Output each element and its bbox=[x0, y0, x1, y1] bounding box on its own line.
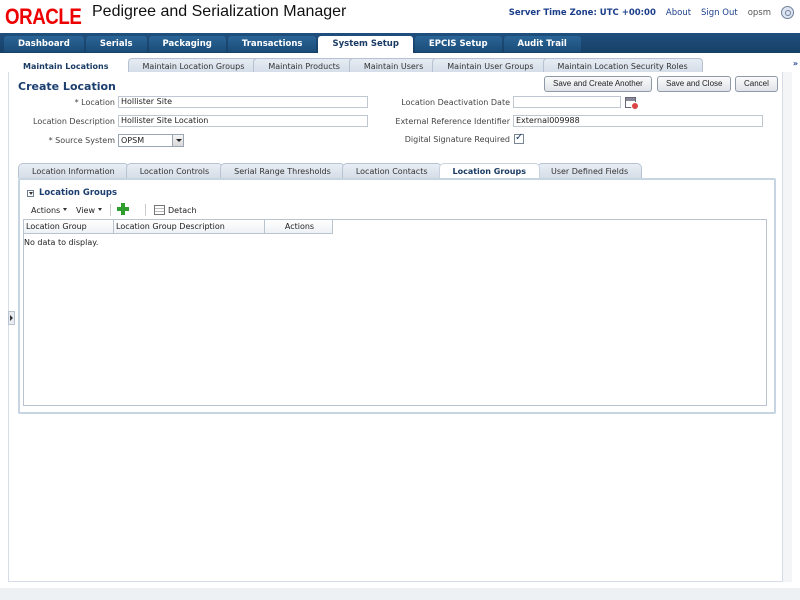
splitter-expand-icon[interactable] bbox=[8, 311, 15, 325]
save-and-close-button[interactable]: Save and Close bbox=[657, 76, 732, 92]
column-header-actions[interactable]: Actions bbox=[265, 220, 333, 234]
tab-system-setup[interactable]: System Setup bbox=[318, 36, 413, 53]
external-reference-input[interactable]: External009988 bbox=[513, 115, 763, 127]
add-icon[interactable] bbox=[117, 203, 129, 215]
oracle-logo: ORACLE bbox=[5, 4, 82, 29]
view-menu[interactable]: View bbox=[76, 206, 102, 215]
digital-signature-checkbox[interactable] bbox=[514, 132, 524, 144]
calendar-icon[interactable] bbox=[625, 97, 639, 110]
sub-tabs: Maintain Locations Maintain Location Gro… bbox=[8, 55, 798, 73]
tab-location-information[interactable]: Location Information bbox=[18, 163, 129, 178]
deactivation-date-label: Location Deactivation Date bbox=[401, 98, 510, 107]
tab-location-controls[interactable]: Location Controls bbox=[125, 163, 224, 178]
no-data-message: No data to display. bbox=[24, 238, 99, 247]
column-header-location-group[interactable]: Location Group bbox=[24, 220, 114, 234]
location-groups-table bbox=[23, 219, 767, 406]
location-input[interactable]: Hollister Site bbox=[118, 96, 368, 108]
detach-icon[interactable] bbox=[154, 205, 165, 215]
chevron-down-icon[interactable] bbox=[172, 135, 183, 146]
subtab-maintain-location-security-roles[interactable]: Maintain Location Security Roles bbox=[542, 58, 703, 73]
app-title: Pedigree and Serialization Manager bbox=[92, 3, 347, 20]
sign-out-link[interactable]: Sign Out bbox=[701, 8, 738, 18]
save-and-create-another-button[interactable]: Save and Create Another bbox=[544, 76, 652, 92]
subtab-maintain-locations[interactable]: Maintain Locations bbox=[8, 58, 124, 73]
collapse-icon[interactable] bbox=[27, 190, 34, 197]
detail-tabs: Location Information Location Controls S… bbox=[18, 163, 643, 179]
source-system-value: OPSM bbox=[121, 136, 145, 145]
bottom-band bbox=[0, 588, 800, 600]
column-header-location-group-description[interactable]: Location Group Description bbox=[114, 220, 265, 234]
tab-dashboard[interactable]: Dashboard bbox=[4, 36, 84, 52]
toolbar-separator bbox=[110, 204, 111, 216]
main-tabs: Dashboard Serials Packaging Transactions… bbox=[4, 36, 581, 53]
user-icon[interactable] bbox=[781, 6, 794, 19]
page-title: Create Location bbox=[18, 80, 116, 93]
subtab-maintain-user-groups[interactable]: Maintain User Groups bbox=[432, 58, 549, 73]
tab-audit-trail[interactable]: Audit Trail bbox=[503, 36, 581, 52]
cancel-button[interactable]: Cancel bbox=[735, 76, 778, 92]
tab-user-defined-fields[interactable]: User Defined Fields bbox=[536, 163, 643, 178]
toolbar-separator bbox=[145, 204, 146, 216]
subtab-maintain-users[interactable]: Maintain Users bbox=[348, 58, 439, 73]
right-scrollbar[interactable] bbox=[782, 72, 792, 582]
actions-menu-label: Actions bbox=[31, 206, 61, 215]
user-name: opsm bbox=[747, 7, 771, 18]
tab-location-groups[interactable]: Location Groups bbox=[438, 163, 540, 178]
section-title: Location Groups bbox=[39, 188, 118, 198]
more-tabs-icon[interactable]: » bbox=[793, 59, 798, 68]
subtab-maintain-products[interactable]: Maintain Products bbox=[253, 58, 355, 73]
tab-transactions[interactable]: Transactions bbox=[227, 36, 317, 52]
tab-epcis-setup[interactable]: EPCIS Setup bbox=[414, 36, 502, 52]
tab-packaging[interactable]: Packaging bbox=[148, 36, 226, 52]
source-system-label: * Source System bbox=[48, 136, 115, 145]
actions-menu[interactable]: Actions bbox=[31, 206, 68, 215]
view-menu-label: View bbox=[76, 206, 95, 215]
header-right: Server Time Zone: UTC +00:00 About Sign … bbox=[509, 6, 794, 19]
deactivation-date-input[interactable] bbox=[513, 96, 621, 108]
subtab-maintain-location-groups[interactable]: Maintain Location Groups bbox=[127, 58, 260, 73]
tab-location-contacts[interactable]: Location Contacts bbox=[341, 163, 442, 178]
source-system-select[interactable]: OPSM bbox=[118, 134, 184, 147]
app-header: ORACLE Pedigree and Serialization Manage… bbox=[0, 0, 800, 30]
server-time-zone: Server Time Zone: UTC +00:00 bbox=[508, 7, 656, 18]
about-link[interactable]: About bbox=[666, 8, 691, 18]
tab-serials[interactable]: Serials bbox=[85, 36, 147, 52]
chevron-down-icon bbox=[63, 208, 68, 213]
external-reference-label: External Reference Identifier bbox=[395, 117, 510, 126]
tab-serial-range-thresholds[interactable]: Serial Range Thresholds bbox=[220, 163, 345, 178]
chevron-down-icon bbox=[97, 208, 102, 213]
digital-signature-label: Digital Signature Required bbox=[404, 135, 510, 144]
location-description-label: Location Description bbox=[33, 117, 115, 126]
detach-button[interactable]: Detach bbox=[168, 206, 197, 215]
location-description-input[interactable]: Hollister Site Location bbox=[118, 115, 368, 127]
location-label: * Location bbox=[74, 98, 115, 107]
